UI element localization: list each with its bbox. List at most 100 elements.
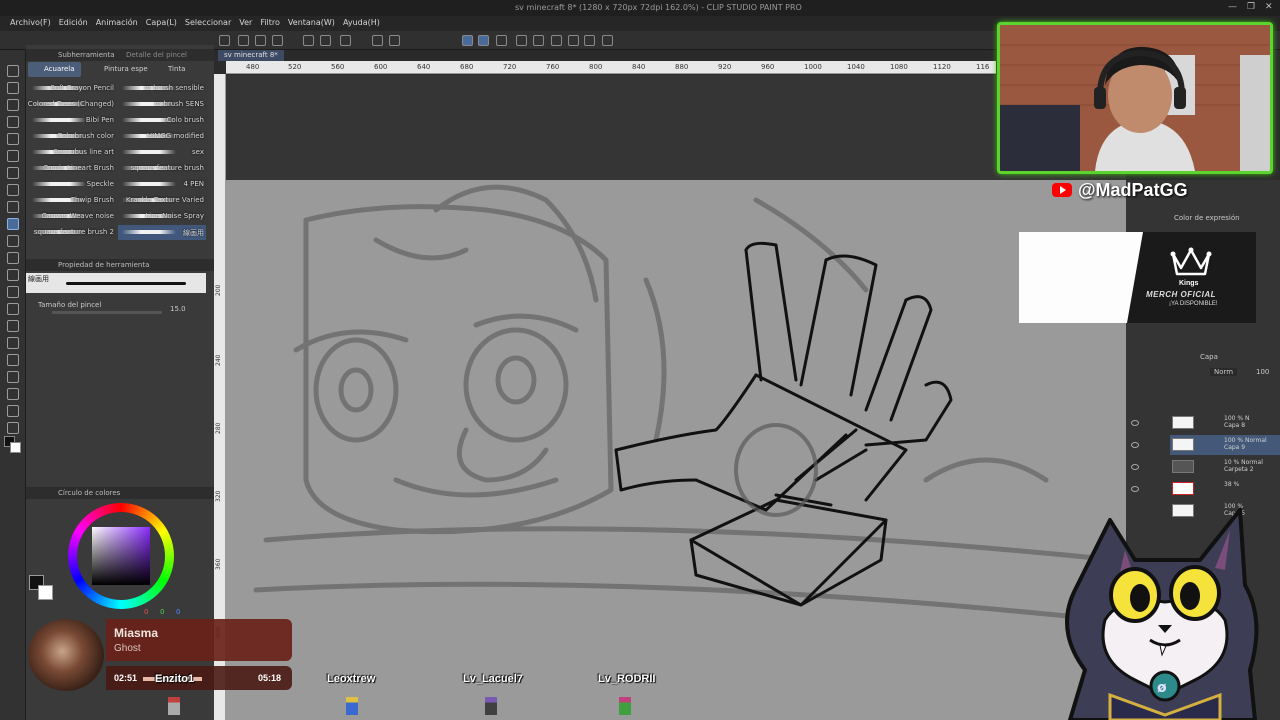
menu-filtro[interactable]: Filtro: [256, 16, 284, 31]
transform-icon[interactable]: [389, 35, 400, 46]
brush-item[interactable]: Comic Lineart Brush: [28, 161, 116, 176]
magic-wand-icon[interactable]: [7, 150, 19, 162]
brush-item[interactable]: m brush SENS: [118, 97, 206, 112]
brush-size-value[interactable]: 15.0: [170, 305, 186, 313]
menu-edicion[interactable]: Edición: [55, 16, 92, 31]
visibility-eye-icon[interactable]: [1131, 420, 1139, 426]
frame-border-icon[interactable]: [7, 354, 19, 366]
brush-item[interactable]: square feature brush: [118, 161, 206, 176]
fill-icon[interactable]: [372, 35, 383, 46]
layer-opacity-value[interactable]: 100: [1256, 368, 1269, 376]
menu-ventana[interactable]: Ventana(W): [284, 16, 339, 31]
eyedropper-icon[interactable]: [7, 167, 19, 179]
select-layer-icon[interactable]: [7, 99, 19, 111]
document-tab[interactable]: sv minecraft 8*: [218, 50, 284, 61]
flip-icon[interactable]: [551, 35, 562, 46]
maximize-button[interactable]: ❐: [1247, 2, 1255, 12]
balloon-icon[interactable]: [7, 405, 19, 417]
brush-size-slider[interactable]: [52, 311, 162, 314]
hand-tool-icon[interactable]: [7, 82, 19, 94]
save-icon[interactable]: [255, 35, 266, 46]
layer-row[interactable]: 100 % N Capa 8: [1170, 413, 1280, 433]
text-tool-icon[interactable]: [7, 388, 19, 400]
brush-item[interactable]: square feature brush 2: [28, 225, 116, 240]
drawing-canvas[interactable]: [226, 180, 1126, 720]
menu-archivo[interactable]: Archivo(F): [6, 16, 55, 31]
zoom-tool-icon[interactable]: [7, 65, 19, 77]
brush-item[interactable]: Line Noise Spray: [118, 209, 206, 224]
brush-item[interactable]: m brush sensible: [118, 81, 206, 96]
close-button[interactable]: ✕: [1265, 2, 1273, 12]
blend-mode-select[interactable]: Norm: [1210, 368, 1238, 376]
snap-ruler-icon[interactable]: [462, 35, 473, 46]
move-tool-icon[interactable]: [7, 116, 19, 128]
visibility-eye-icon[interactable]: [1131, 464, 1139, 470]
ruler-icon[interactable]: [7, 371, 19, 383]
rotate-icon[interactable]: [568, 35, 579, 46]
brush-item[interactable]: Thwip Brush: [28, 193, 116, 208]
tab-detalle-pincel[interactable]: Detalle del pincel: [126, 49, 187, 59]
redo-icon[interactable]: [320, 35, 331, 46]
ruler-tick: 720: [503, 63, 517, 71]
menu-animacion[interactable]: Animación: [92, 16, 142, 31]
export-icon[interactable]: [272, 35, 283, 46]
group-acuarela[interactable]: Acuarela: [28, 62, 81, 77]
pencil-tool-icon[interactable]: [7, 201, 19, 213]
brush-item-active[interactable]: 線画用: [118, 225, 206, 240]
visibility-eye-icon[interactable]: [1131, 442, 1139, 448]
settings-icon[interactable]: [340, 35, 351, 46]
pen-tool-icon[interactable]: [7, 184, 19, 196]
brush-item[interactable]: Colored Trees (Changed): [28, 97, 116, 112]
gradient-icon[interactable]: [7, 320, 19, 332]
decoration-icon[interactable]: [7, 252, 19, 264]
eraser-icon[interactable]: [7, 269, 19, 281]
resize-icon[interactable]: [533, 35, 544, 46]
sub-color-swatch[interactable]: [10, 442, 21, 453]
color-wheel[interactable]: [68, 503, 174, 609]
document-tabs: sv minecraft 8*: [214, 50, 1004, 61]
brush-item[interactable]: Succubus line art: [28, 145, 116, 160]
new-canvas-icon[interactable]: [219, 35, 230, 46]
brush-item[interactable]: Colo brush: [118, 113, 206, 128]
open-file-icon[interactable]: [238, 35, 249, 46]
brush-item[interactable]: Soft Crayon Pencil: [28, 81, 116, 96]
brush-item[interactable]: Bibi Pen: [28, 113, 116, 128]
layout-icon[interactable]: [602, 35, 613, 46]
undo-icon[interactable]: [303, 35, 314, 46]
menu-ayuda[interactable]: Ayuda(H): [339, 16, 384, 31]
sub-color-icon[interactable]: [38, 585, 53, 600]
brush-item[interactable]: sex: [118, 145, 206, 160]
group-tinta[interactable]: Tinta: [152, 62, 191, 77]
tool-property-header: Propiedad de herramienta: [26, 259, 214, 271]
lasso-icon[interactable]: [7, 133, 19, 145]
color-square[interactable]: [92, 527, 150, 585]
crop-icon[interactable]: [516, 35, 527, 46]
figure-icon[interactable]: [7, 337, 19, 349]
brush-item[interactable]: Krackle Texture Varied: [118, 193, 206, 208]
blend-icon[interactable]: [7, 286, 19, 298]
snap-special-ruler-icon[interactable]: [478, 35, 489, 46]
menu-ver[interactable]: Ver: [235, 16, 256, 31]
brush-item[interactable]: Canvas Weave noise: [28, 209, 116, 224]
brush-tool-icon[interactable]: [7, 218, 19, 230]
group-pintura-espesa[interactable]: Pintura espe: [88, 62, 154, 77]
fill-tool-icon[interactable]: [7, 303, 19, 315]
airbrush-icon[interactable]: [7, 235, 19, 247]
brush-item[interactable]: 4 PEN: [118, 177, 206, 192]
menu-seleccionar[interactable]: Seleccionar: [181, 16, 235, 31]
brush-item[interactable]: HIMGG modified: [118, 129, 206, 144]
minimize-button[interactable]: —: [1228, 2, 1237, 12]
menu-capa[interactable]: Capa(L): [142, 16, 181, 31]
pen-pressure-icon[interactable]: [496, 35, 507, 46]
correct-line-icon[interactable]: [7, 422, 19, 434]
mirror-icon[interactable]: [584, 35, 595, 46]
ruler-tick: 520: [288, 63, 302, 71]
merch-subtitle: ¡YA DISPONIBLE!: [1169, 301, 1218, 307]
tab-subherramienta[interactable]: Subherramienta: [58, 49, 115, 59]
layer-row[interactable]: 10 % Normal Carpeta 2: [1170, 457, 1280, 477]
tool-strip: [0, 50, 26, 720]
brush-item[interactable]: Speckle: [28, 177, 116, 192]
layer-row-active[interactable]: 100 % Normal Capa 9: [1170, 435, 1280, 455]
brush-item[interactable]: Colo brush color: [28, 129, 116, 144]
color-value-b: 0: [176, 608, 181, 616]
